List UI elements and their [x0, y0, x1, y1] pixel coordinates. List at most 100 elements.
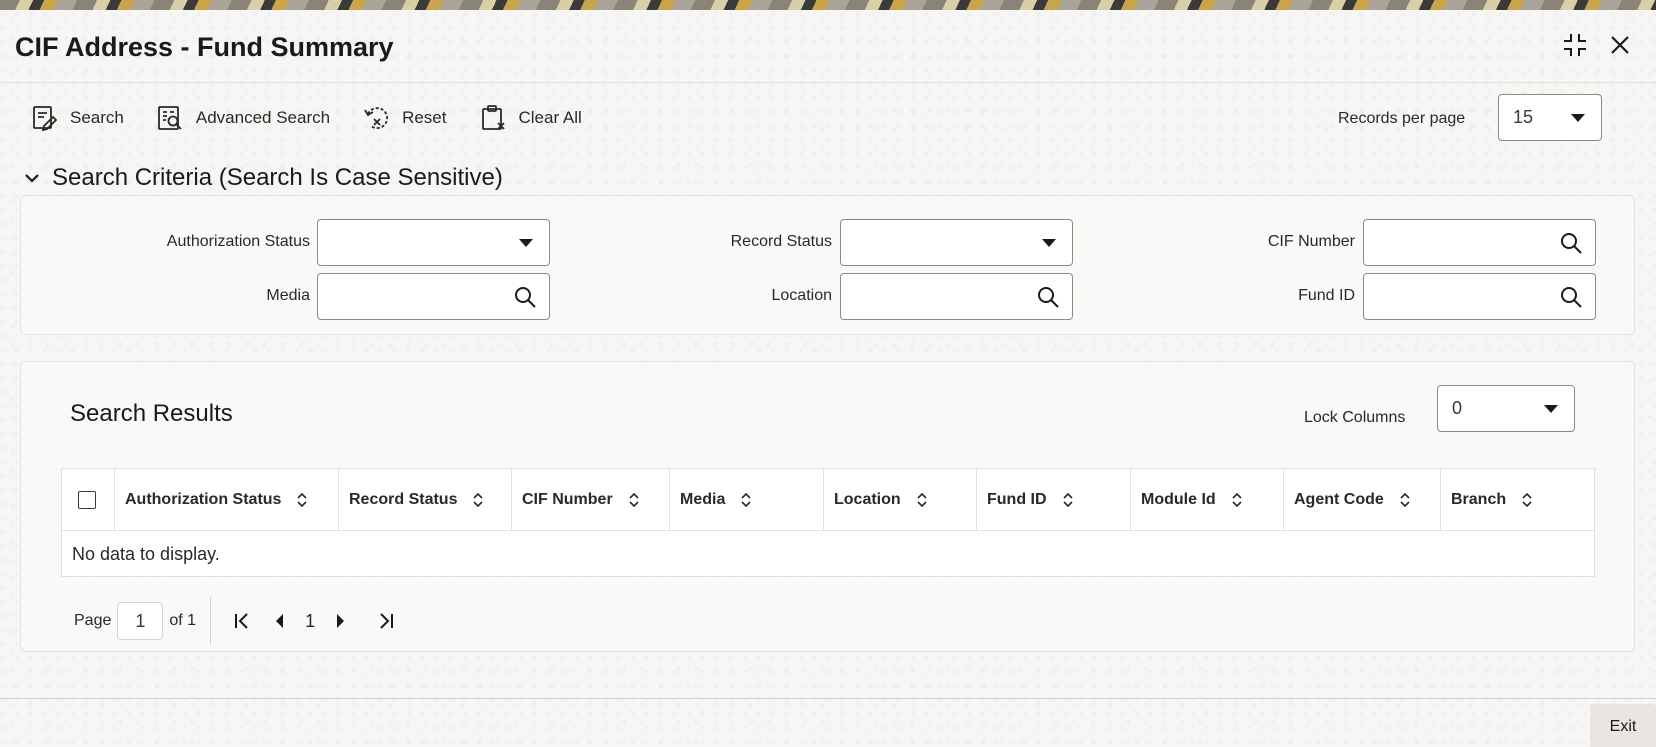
column-header-fund-id[interactable]: Fund ID — [976, 469, 1130, 531]
chevron-down-icon — [25, 174, 39, 183]
column-header-label: Location — [834, 491, 901, 508]
cif-number-input[interactable] — [1363, 219, 1596, 266]
pagination-divider — [210, 597, 212, 645]
page-number-value: 1 — [135, 610, 146, 631]
page-number-input[interactable]: 1 — [117, 602, 164, 640]
lock-columns-select[interactable]: 0 — [1437, 385, 1575, 432]
column-header-label: Authorization Status — [125, 491, 282, 508]
summary-window: CIF Address - Fund Summary Search Advanc… — [0, 10, 1656, 747]
location-label: Location — [771, 287, 833, 304]
exit-button[interactable]: Exit — [1590, 704, 1656, 747]
records-per-page-label: Records per page — [1338, 110, 1466, 127]
last-page-icon — [380, 613, 394, 629]
advanced-search-icon — [157, 106, 182, 130]
sort-icon — [1062, 492, 1073, 508]
column-header-media[interactable]: Media — [669, 469, 823, 531]
column-header-label: Fund ID — [987, 491, 1047, 508]
search-criteria-heading: Search Criteria (Search Is Case Sensitiv… — [52, 164, 503, 191]
clear-all-button[interactable]: Clear All — [479, 104, 582, 132]
search-criteria-panel: Authorization Status Record Status CIF N… — [20, 195, 1635, 335]
sort-icon — [1522, 492, 1532, 508]
sort-icon — [1400, 492, 1410, 508]
collapse-icon — [1564, 34, 1586, 56]
search-doc-icon — [33, 106, 58, 132]
close-icon — [1611, 36, 1629, 54]
cif-number-label: CIF Number — [1267, 233, 1355, 250]
advanced-search-button[interactable]: Advanced Search — [156, 104, 330, 132]
search-button-label: Search — [70, 108, 124, 127]
search-icon[interactable] — [513, 285, 537, 309]
column-header-location[interactable]: Location — [823, 469, 976, 531]
authorization-status-label: Authorization Status — [166, 233, 310, 250]
chevron-down-icon — [519, 238, 533, 247]
column-header-record-status[interactable]: Record Status — [338, 469, 511, 531]
chevron-down-icon — [1042, 238, 1056, 247]
column-header-cif-number[interactable]: CIF Number — [511, 469, 669, 531]
column-header-branch[interactable]: Branch — [1440, 469, 1594, 531]
sort-icon — [629, 492, 639, 508]
column-header-label: Record Status — [349, 491, 458, 508]
lock-columns-label: Lock Columns — [1304, 409, 1406, 426]
toolbar: Search Advanced Search Reset Clear All — [30, 98, 614, 138]
reset-icon — [364, 107, 389, 129]
column-header-label: Branch — [1451, 491, 1507, 508]
sort-icon — [1232, 492, 1242, 508]
footer-divider — [0, 698, 1656, 699]
column-header-authorization-status[interactable]: Authorization Status — [114, 469, 338, 531]
search-results-title: Search Results — [70, 400, 233, 427]
reset-label: Reset — [402, 108, 447, 127]
title-divider — [0, 82, 1656, 83]
column-header-label: Media — [680, 491, 726, 508]
sort-icon — [297, 492, 308, 508]
next-page-button[interactable] — [327, 608, 353, 634]
empty-table-message: No data to display. — [72, 544, 220, 564]
records-per-page-value: 15 — [1513, 107, 1534, 127]
column-header-label: Agent Code — [1294, 491, 1384, 508]
pagination: Page 1 of 1 1 — [74, 597, 405, 645]
select-all-checkbox[interactable] — [78, 491, 96, 509]
first-page-icon — [235, 613, 248, 629]
chevron-down-icon — [1544, 404, 1558, 413]
fund-id-label: Fund ID — [1298, 287, 1355, 304]
chevron-down-icon — [1571, 113, 1585, 122]
clear-all-label: Clear All — [518, 108, 582, 127]
media-input[interactable] — [317, 273, 550, 320]
page-of-label: of 1 — [169, 612, 197, 629]
search-icon[interactable] — [1036, 285, 1060, 309]
previous-page-button[interactable] — [267, 608, 293, 634]
media-label: Media — [266, 287, 310, 304]
next-page-icon — [337, 614, 345, 628]
authorization-status-select[interactable] — [317, 219, 550, 266]
search-icon[interactable] — [1559, 285, 1583, 309]
first-page-button[interactable] — [229, 608, 255, 634]
location-input[interactable] — [840, 273, 1073, 320]
search-button[interactable]: Search — [30, 104, 124, 132]
fund-id-input[interactable] — [1363, 273, 1596, 320]
column-header-module-id[interactable]: Module Id — [1130, 469, 1283, 531]
page-label: Page — [74, 612, 112, 629]
column-header-agent-code[interactable]: Agent Code — [1283, 469, 1440, 531]
lock-columns-value: 0 — [1452, 398, 1463, 418]
column-header-label: CIF Number — [522, 491, 613, 508]
search-icon[interactable] — [1559, 231, 1583, 255]
advanced-search-label: Advanced Search — [195, 108, 331, 127]
sort-icon — [741, 492, 751, 508]
column-header-label: Module Id — [1141, 491, 1216, 508]
table-header: Authorization Status Record Status CIF N… — [62, 469, 1594, 531]
decorative-banner — [0, 0, 1656, 10]
close-button[interactable] — [1605, 30, 1635, 60]
search-criteria-toggle[interactable]: Search Criteria (Search Is Case Sensitiv… — [22, 164, 503, 192]
record-status-select[interactable] — [840, 219, 1073, 266]
results-table: Authorization Status Record Status CIF N… — [61, 468, 1595, 577]
reset-button[interactable]: Reset — [362, 104, 447, 132]
last-page-button[interactable] — [373, 608, 399, 634]
current-page-number: 1 — [305, 610, 316, 631]
sort-icon — [917, 492, 927, 508]
sort-icon — [473, 492, 484, 508]
clipboard-clear-icon — [481, 105, 505, 130]
minimize-button[interactable] — [1560, 30, 1590, 60]
record-status-label: Record Status — [730, 233, 832, 250]
previous-page-icon — [276, 614, 284, 628]
page-title: CIF Address - Fund Summary — [15, 32, 394, 62]
records-per-page-select[interactable]: 15 — [1498, 94, 1602, 141]
